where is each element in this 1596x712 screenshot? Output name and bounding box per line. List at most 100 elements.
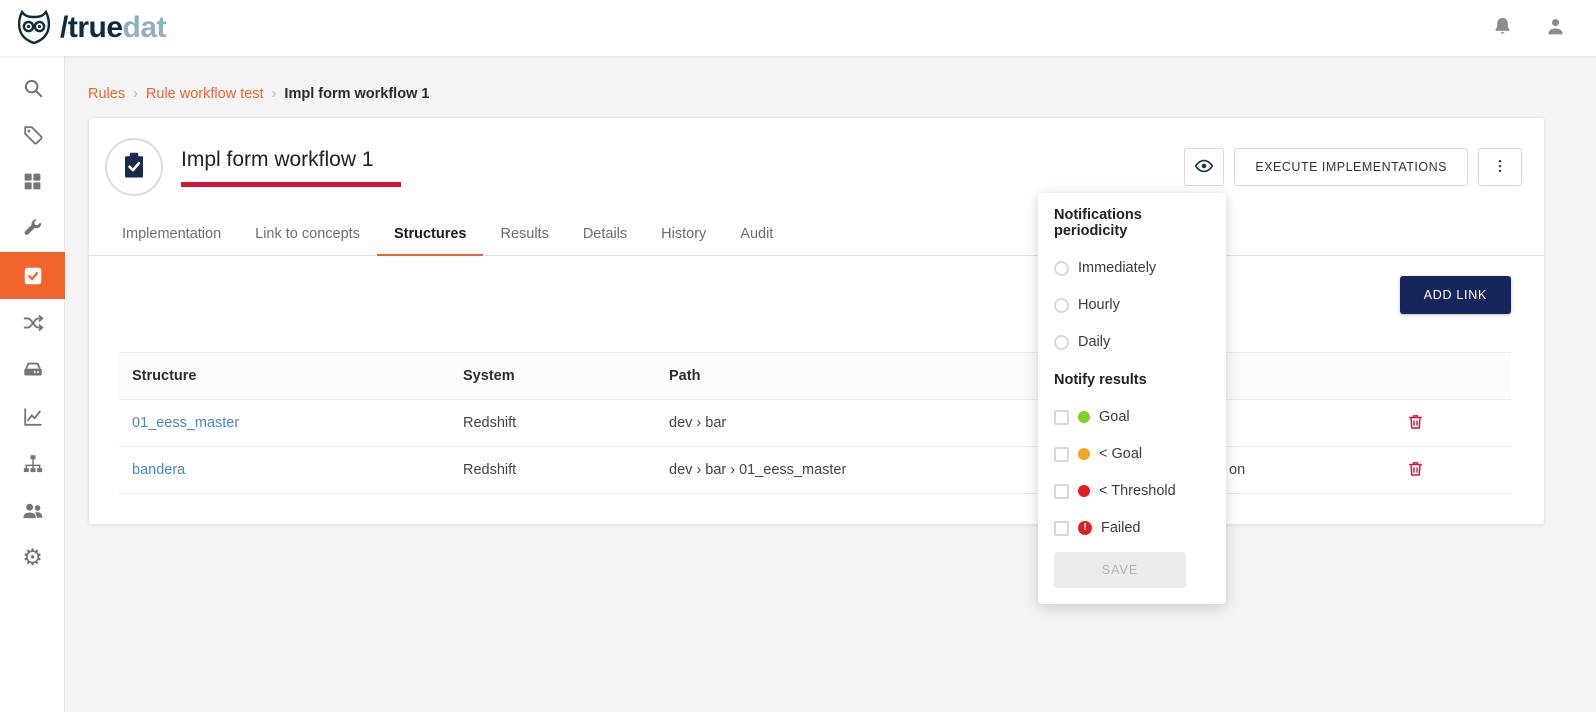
radio-label: Daily	[1078, 334, 1110, 350]
sidebar-item-dashboard[interactable]	[0, 158, 65, 205]
result-option: < Goal	[1054, 446, 1210, 462]
header-actions: EXECUTE IMPLEMENTATIONS	[1184, 148, 1522, 186]
breadcrumb: Rules › Rule workflow test › Impl form w…	[88, 86, 1545, 102]
radio-label: Immediately	[1078, 260, 1156, 276]
app: /truedat	[0, 0, 1596, 712]
breadcrumb-rules[interactable]: Rules	[88, 86, 125, 102]
table-row: 01_eess_master Redshift dev › bar	[119, 400, 1511, 447]
breadcrumb-separator: ›	[272, 86, 277, 102]
tag-icon	[22, 124, 44, 146]
notify-results-title: Notify results	[1054, 372, 1210, 388]
top-bar: /truedat	[0, 0, 1596, 56]
status-dot-red	[1078, 485, 1090, 497]
periodicity-option: Immediately	[1054, 260, 1210, 276]
sidebar-item-lineage[interactable]	[0, 299, 65, 346]
structure-link[interactable]: 01_eess_master	[132, 415, 239, 431]
wrench-icon	[22, 218, 43, 239]
sidebar-item-systems[interactable]	[0, 346, 65, 393]
eye-icon	[1194, 156, 1214, 179]
system-value: Redshift	[449, 462, 654, 478]
kebab-icon	[1491, 157, 1509, 178]
users-icon	[21, 499, 44, 522]
notifications-bell-button[interactable]	[1492, 16, 1513, 40]
breadcrumb-separator: ›	[133, 86, 138, 102]
checkbox-label: Goal	[1099, 409, 1130, 425]
delete-structure-button[interactable]	[1402, 408, 1429, 438]
status-dot-yellow	[1078, 448, 1090, 460]
exclamation-circle-icon: !	[1078, 521, 1092, 535]
tab-structures[interactable]: Structures	[377, 216, 484, 256]
trash-icon	[1406, 466, 1425, 481]
checkbox-goal[interactable]	[1054, 410, 1069, 425]
path-value: dev › bar	[654, 415, 1094, 431]
rule-badge	[105, 138, 163, 196]
user-account-button[interactable]	[1545, 16, 1566, 40]
page-title: Impl form workflow 1	[181, 148, 1184, 172]
checkbox-failed[interactable]	[1054, 521, 1069, 536]
main-content: Rules › Rule workflow test › Impl form w…	[65, 56, 1596, 712]
radio-hourly[interactable]	[1054, 298, 1069, 313]
sidebar-item-search[interactable]	[0, 64, 65, 111]
tab-audit[interactable]: Audit	[723, 216, 790, 256]
more-options-button[interactable]	[1478, 148, 1522, 186]
structures-table: Structure System Path 01_eess_master Red…	[119, 352, 1511, 494]
column-header-structure: Structure	[119, 368, 449, 384]
checkbox-label: Failed	[1101, 520, 1141, 536]
sidebar-item-taxonomy[interactable]	[0, 440, 65, 487]
checkbox-below-threshold[interactable]	[1054, 484, 1069, 499]
logo-text: /truedat	[60, 11, 166, 45]
system-value: Redshift	[449, 415, 654, 431]
tab-details[interactable]: Details	[566, 216, 644, 256]
truedat-logo[interactable]: /truedat	[14, 6, 166, 51]
check-square-icon	[22, 265, 44, 287]
checkbox-label: < Goal	[1099, 446, 1142, 462]
result-status-bar	[181, 182, 401, 187]
tab-history[interactable]: History	[644, 216, 723, 256]
status-dot-green	[1078, 411, 1090, 423]
checkbox-below-goal[interactable]	[1054, 447, 1069, 462]
tab-implementation[interactable]: Implementation	[105, 216, 238, 256]
popup-title: Notifications periodicity	[1054, 207, 1210, 239]
breadcrumb-current: Impl form workflow 1	[284, 86, 429, 102]
sidebar-item-users[interactable]	[0, 487, 65, 534]
card-header: Impl form workflow 1 EXECUTE IMPLEMENTAT…	[89, 118, 1544, 202]
table-row: bandera Redshift dev › bar › 01_eess_mas…	[119, 447, 1511, 494]
gear-icon: ⚙	[22, 546, 43, 569]
radio-label: Hourly	[1078, 297, 1120, 313]
result-option: Goal	[1054, 409, 1210, 425]
preview-eye-button[interactable]	[1184, 148, 1224, 186]
tab-results[interactable]: Results	[483, 216, 565, 256]
implementation-card: Impl form workflow 1 EXECUTE IMPLEMENTAT…	[88, 117, 1545, 525]
title-block: Impl form workflow 1	[181, 148, 1184, 187]
sidebar-item-settings[interactable]: ⚙	[0, 534, 65, 581]
delete-structure-button[interactable]	[1402, 455, 1429, 485]
path-value: dev › bar › 01_eess_master	[654, 462, 1094, 478]
bell-icon	[1492, 16, 1513, 40]
sitemap-icon	[22, 453, 44, 475]
checkbox-label: < Threshold	[1099, 483, 1176, 499]
owl-logo-icon	[14, 6, 54, 51]
add-link-button[interactable]: ADD LINK	[1400, 276, 1511, 314]
sidebar: ⚙	[0, 56, 65, 712]
radio-daily[interactable]	[1054, 335, 1069, 350]
sidebar-item-rules[interactable]	[0, 252, 65, 299]
grid-icon	[22, 171, 43, 192]
top-actions	[1492, 16, 1566, 40]
sidebar-item-tags[interactable]	[0, 111, 65, 158]
sidebar-item-admin[interactable]	[0, 205, 65, 252]
sidebar-item-quality-charts[interactable]	[0, 393, 65, 440]
periodicity-option: Daily	[1054, 334, 1210, 350]
structure-link[interactable]: bandera	[132, 462, 185, 478]
tab-link-to-concepts[interactable]: Link to concepts	[238, 216, 377, 256]
chart-line-icon	[22, 406, 44, 428]
save-button[interactable]: SAVE	[1054, 552, 1186, 588]
column-header-path: Path	[654, 368, 1094, 384]
radio-immediately[interactable]	[1054, 261, 1069, 276]
structures-toolbar: ADD LINK	[89, 276, 1511, 314]
execute-implementations-button[interactable]: EXECUTE IMPLEMENTATIONS	[1234, 148, 1468, 186]
result-option: ! Failed	[1054, 520, 1210, 536]
breadcrumb-rule-workflow-test[interactable]: Rule workflow test	[146, 86, 264, 102]
table-header-row: Structure System Path	[119, 353, 1511, 400]
column-header-system: System	[449, 368, 654, 384]
clipboard-check-icon	[119, 150, 149, 185]
